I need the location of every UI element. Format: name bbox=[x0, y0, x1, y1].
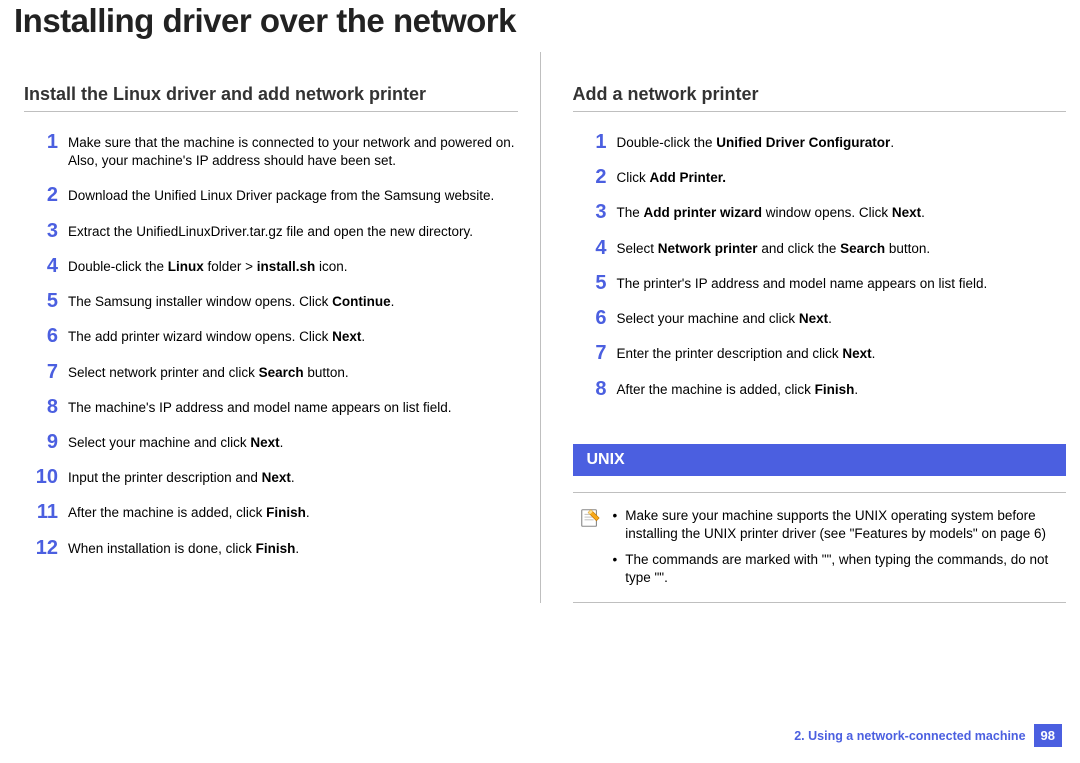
page-number: 98 bbox=[1034, 724, 1062, 747]
step-item: 3 Extract the UnifiedLinuxDriver.tar.gz f… bbox=[24, 221, 518, 241]
step-text: After the machine is added, click Finish… bbox=[617, 379, 1067, 399]
left-steps: 1 Make sure that the machine is connected… bbox=[24, 132, 518, 558]
step-item: 7 Enter the printer description and click… bbox=[573, 343, 1067, 363]
step-number: 12 bbox=[24, 538, 58, 558]
bullet-text: The commands are marked with "", when ty… bbox=[625, 551, 1060, 587]
step-text: Input the printer description and Next. bbox=[68, 467, 518, 487]
step-item: 4 Select Network printer and click the Se… bbox=[573, 238, 1067, 258]
step-number: 8 bbox=[24, 397, 58, 417]
step-text: Click Add Printer. bbox=[617, 167, 1067, 187]
step-number: 8 bbox=[573, 379, 607, 399]
step-text: The printer's IP address and model name … bbox=[617, 273, 1067, 293]
step-text: The add printer wizard window opens. Cli… bbox=[68, 326, 518, 346]
note-box: •Make sure your machine supports the UNI… bbox=[573, 492, 1067, 603]
step-item: 4 Double-click the Linux folder > install… bbox=[24, 256, 518, 276]
step-item: 5 The printer's IP address and model name… bbox=[573, 273, 1067, 293]
step-item: 10 Input the printer description and Next… bbox=[24, 467, 518, 487]
step-number: 6 bbox=[573, 308, 607, 328]
step-item: 1 Double-click the Unified Driver Configu… bbox=[573, 132, 1067, 152]
step-item: 5 The Samsung installer window opens. Cli… bbox=[24, 291, 518, 311]
step-item: 6 Select your machine and click Next. bbox=[573, 308, 1067, 328]
step-number: 3 bbox=[573, 202, 607, 222]
step-item: 9 Select your machine and click Next. bbox=[24, 432, 518, 452]
unix-band: UNIX bbox=[573, 444, 1067, 476]
page-title: Installing driver over the network bbox=[0, 0, 1080, 52]
step-number: 4 bbox=[24, 256, 58, 276]
step-number: 10 bbox=[24, 467, 58, 487]
right-steps: 1 Double-click the Unified Driver Configu… bbox=[573, 132, 1067, 399]
bullet-text: Make sure your machine supports the UNIX… bbox=[625, 507, 1060, 543]
step-number: 7 bbox=[24, 362, 58, 382]
step-number: 2 bbox=[573, 167, 607, 187]
step-text: Double-click the Linux folder > install.… bbox=[68, 256, 518, 276]
step-text: After the machine is added, click Finish… bbox=[68, 502, 518, 522]
note-bullets: •Make sure your machine supports the UNI… bbox=[613, 507, 1061, 588]
step-number: 7 bbox=[573, 343, 607, 363]
content-columns: Install the Linux driver and add network… bbox=[0, 52, 1080, 603]
step-text: Make sure that the machine is connected … bbox=[68, 132, 518, 170]
step-item: 2 Click Add Printer. bbox=[573, 167, 1067, 187]
footer-chapter: 2. Using a network-connected machine bbox=[794, 729, 1025, 743]
step-text: Select network printer and click Search … bbox=[68, 362, 518, 382]
step-text: When installation is done, click Finish. bbox=[68, 538, 518, 558]
step-item: 3 The Add printer wizard window opens. Cl… bbox=[573, 202, 1067, 222]
bullet-dot: • bbox=[613, 551, 618, 587]
step-number: 1 bbox=[573, 132, 607, 152]
step-text: The machine's IP address and model name … bbox=[68, 397, 518, 417]
right-heading: Add a network printer bbox=[573, 84, 1067, 112]
note-icon bbox=[579, 507, 601, 529]
step-number: 3 bbox=[24, 221, 58, 241]
footer: 2. Using a network-connected machine 98 bbox=[794, 724, 1062, 747]
step-text: Select your machine and click Next. bbox=[68, 432, 518, 452]
step-text: The Samsung installer window opens. Clic… bbox=[68, 291, 518, 311]
step-number: 1 bbox=[24, 132, 58, 152]
step-number: 2 bbox=[24, 185, 58, 205]
step-item: 8 After the machine is added, click Finis… bbox=[573, 379, 1067, 399]
step-number: 9 bbox=[24, 432, 58, 452]
note-bullet: •Make sure your machine supports the UNI… bbox=[613, 507, 1061, 543]
right-column: Add a network printer 1 Double-click the … bbox=[569, 52, 1067, 603]
step-item: 1 Make sure that the machine is connected… bbox=[24, 132, 518, 170]
step-number: 5 bbox=[573, 273, 607, 293]
step-text: Extract the UnifiedLinuxDriver.tar.gz fi… bbox=[68, 221, 518, 241]
step-number: 5 bbox=[24, 291, 58, 311]
step-item: 7 Select network printer and click Search… bbox=[24, 362, 518, 382]
note-bullet: •The commands are marked with "", when t… bbox=[613, 551, 1061, 587]
step-text: Double-click the Unified Driver Configur… bbox=[617, 132, 1067, 152]
left-column: Install the Linux driver and add network… bbox=[24, 52, 541, 603]
step-item: 6 The add printer wizard window opens. Cl… bbox=[24, 326, 518, 346]
step-number: 4 bbox=[573, 238, 607, 258]
left-heading: Install the Linux driver and add network… bbox=[24, 84, 518, 112]
step-text: Select your machine and click Next. bbox=[617, 308, 1067, 328]
step-number: 6 bbox=[24, 326, 58, 346]
bullet-dot: • bbox=[613, 507, 618, 543]
step-item: 11 After the machine is added, click Fini… bbox=[24, 502, 518, 522]
step-text: Enter the printer description and click … bbox=[617, 343, 1067, 363]
step-item: 2 Download the Unified Linux Driver packa… bbox=[24, 185, 518, 205]
step-text: The Add printer wizard window opens. Cli… bbox=[617, 202, 1067, 222]
step-number: 11 bbox=[24, 502, 58, 522]
step-text: Download the Unified Linux Driver packag… bbox=[68, 185, 518, 205]
step-text: Select Network printer and click the Sea… bbox=[617, 238, 1067, 258]
step-item: 12 When installation is done, click Finis… bbox=[24, 538, 518, 558]
step-item: 8 The machine's IP address and model name… bbox=[24, 397, 518, 417]
